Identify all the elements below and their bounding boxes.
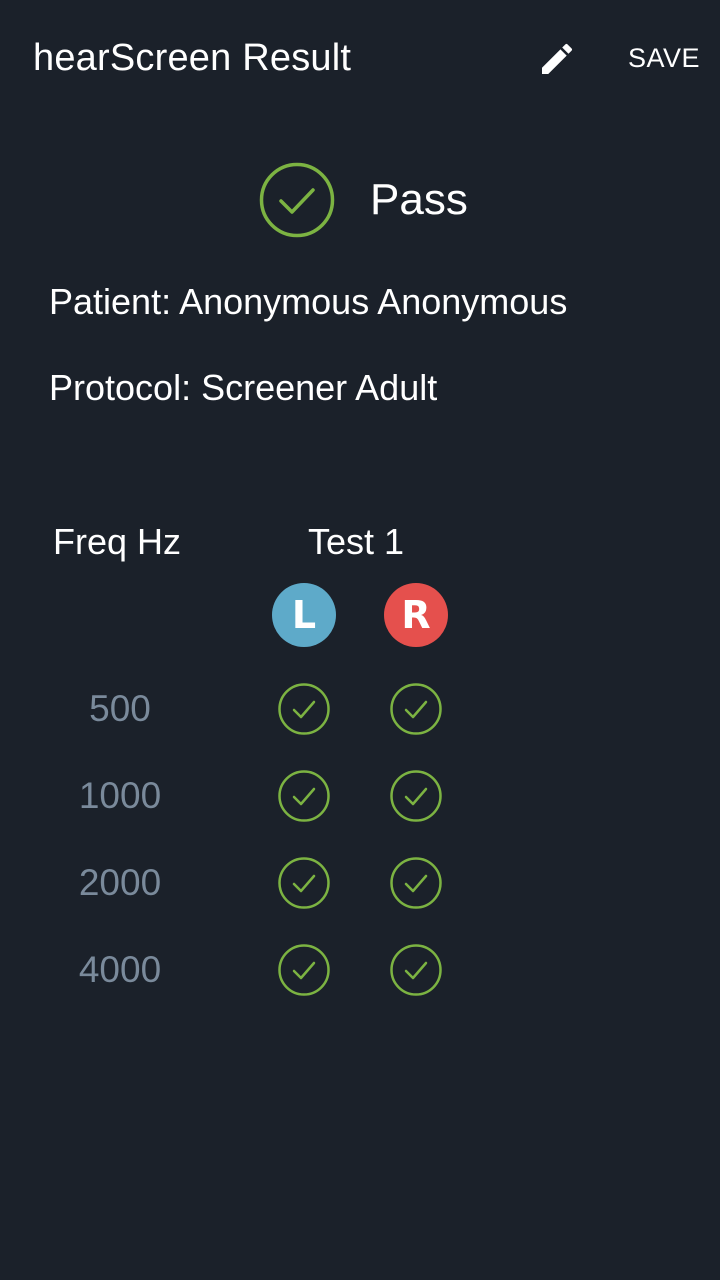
- edit-button[interactable]: [530, 32, 584, 86]
- check-circle-icon: [259, 162, 335, 238]
- patient-name: Patient: Anonymous Anonymous: [49, 281, 568, 322]
- right-pass-check-icon: [390, 944, 442, 996]
- table-row: 2000: [0, 855, 720, 911]
- right-ear-badge: R: [384, 583, 448, 647]
- result-summary: Pass: [258, 160, 468, 240]
- save-button[interactable]: SAVE: [618, 38, 710, 78]
- left-pass-check-icon: [278, 857, 330, 909]
- frequency-value: 4000: [78, 949, 162, 990]
- frequency-value: 500: [89, 688, 151, 729]
- table-row: 1000: [0, 768, 720, 824]
- left-pass-check-icon: [278, 683, 330, 735]
- right-pass-check-icon: [390, 770, 442, 822]
- frequency-value: 1000: [78, 775, 162, 816]
- freq-column-header: Freq Hz: [53, 521, 182, 562]
- test-column-header: Test 1: [308, 521, 405, 562]
- left-pass-check-icon: [278, 770, 330, 822]
- frequency-value: 2000: [78, 862, 162, 903]
- right-pass-check-icon: [390, 683, 442, 735]
- left-ear-badge: L: [272, 583, 336, 647]
- result-screen: hearScreen Result SAVE Pass Patient: Ano…: [0, 0, 720, 1280]
- page-title: hearScreen Result: [33, 37, 352, 79]
- left-pass-check-icon: [278, 944, 330, 996]
- result-status: Pass: [370, 175, 468, 224]
- table-row: 500: [0, 681, 720, 737]
- toolbar: hearScreen Result SAVE: [0, 0, 720, 116]
- right-pass-check-icon: [390, 857, 442, 909]
- table-row: 4000: [0, 942, 720, 998]
- protocol-name: Protocol: Screener Adult: [49, 367, 438, 408]
- pencil-icon: [542, 43, 573, 74]
